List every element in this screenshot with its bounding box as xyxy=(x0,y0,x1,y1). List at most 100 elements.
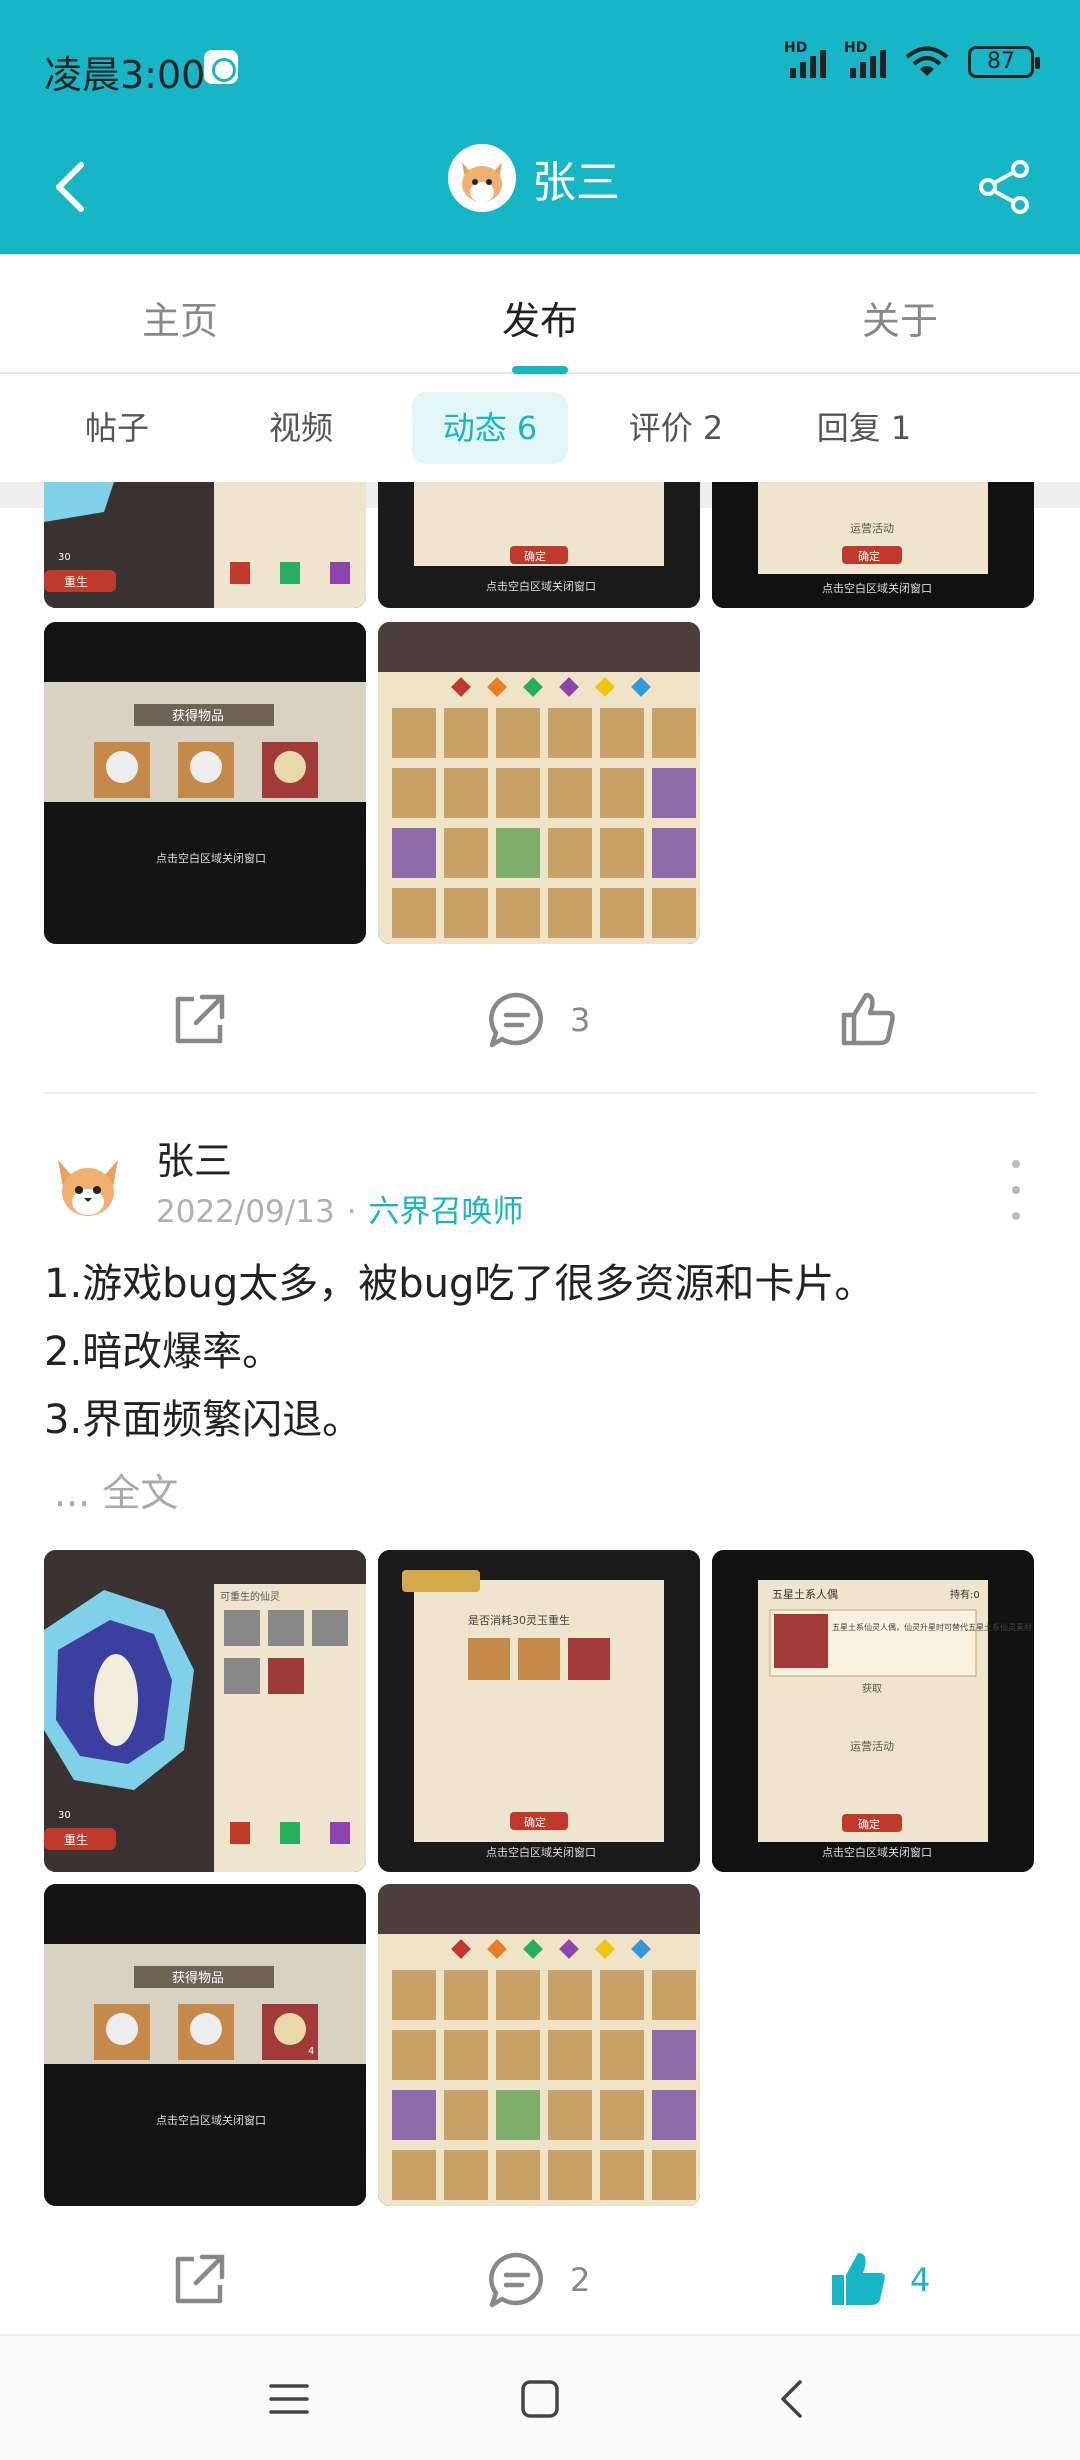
comment-button[interactable]: 2 xyxy=(486,2236,590,2324)
post-content[interactable]: 1.游戏bug太多，被bug吃了很多资源和卡片。 2.暗改爆率。 3.界面频繁闪… xyxy=(44,1250,1036,1454)
share-button[interactable] xyxy=(972,152,1036,222)
subtab-videos[interactable]: 视频 xyxy=(244,392,358,464)
post-meta: 2022/09/13 · 六界召唤师 xyxy=(156,1186,524,1231)
post-image[interactable]: 确定 点击空白区域关闭窗口 xyxy=(378,482,700,608)
thumb-up-icon xyxy=(832,2253,885,2305)
sub-tabs: 帖子 视频 动态 6 评价 2 回复 1 xyxy=(0,376,1080,482)
post-image[interactable]: 获得物品 点击空白区域关闭窗口 xyxy=(44,622,366,944)
subtab-reviews[interactable]: 评价 2 xyxy=(612,392,740,464)
thumb-up-icon xyxy=(841,992,895,1046)
forward-icon xyxy=(175,2254,225,2304)
doll-source: 获取 xyxy=(862,1683,882,1695)
subtab-replies[interactable]: 回复 1 xyxy=(800,392,928,464)
comment-icon xyxy=(489,2252,543,2308)
post-line: 2.暗改爆率。 xyxy=(44,1329,283,1375)
post-date: 2022/09/13 xyxy=(156,1194,335,1230)
like-button[interactable]: 4 xyxy=(826,2236,930,2324)
back-icon xyxy=(56,162,84,212)
app-header: 凌晨3:00 HD HD 87 张三 xyxy=(0,0,1080,254)
back-button[interactable] xyxy=(40,152,100,222)
like-button[interactable] xyxy=(836,976,898,1064)
post-author[interactable]: 张三 xyxy=(156,1130,232,1185)
forward-icon xyxy=(175,994,225,1044)
avatar[interactable] xyxy=(448,144,516,212)
main-tabs: 主页 发布 关于 xyxy=(0,254,1080,374)
rebirth-list-label: 可重生的仙灵 xyxy=(220,1590,280,1603)
post-actions: 2 4 xyxy=(0,2220,1080,2340)
post-image[interactable]: 五星土系人偶 持有:0 五星土系仙灵人偶，仙灵升星时可替代五星土系仙灵素材 获取… xyxy=(712,1550,1034,1872)
tab-indicator xyxy=(512,366,568,374)
post-image[interactable]: 运营活动 确定 点击空白区域关闭窗口 xyxy=(712,482,1034,608)
menu-icon xyxy=(269,2384,309,2414)
sim-app-icon xyxy=(204,50,238,84)
tab-home[interactable]: 主页 xyxy=(80,290,280,345)
confirm-label: 确定 xyxy=(858,1817,880,1831)
post-image[interactable] xyxy=(378,622,700,944)
avatar[interactable] xyxy=(44,1140,132,1228)
post-line: 3.界面频繁闪退。 xyxy=(44,1397,363,1443)
currency-label: 30 xyxy=(58,1810,71,1821)
home-button[interactable] xyxy=(505,2364,575,2434)
doll-title: 五星土系人偶 xyxy=(772,1588,838,1601)
comment-count: 2 xyxy=(570,2261,591,2299)
post-header: 张三 2022/09/13 · 六界召唤师 xyxy=(44,1130,1036,1230)
close-hint: 点击空白区域关闭窗口 xyxy=(822,581,932,595)
signal-icon: HD xyxy=(784,40,826,78)
more-vertical-icon xyxy=(1012,1160,1020,1168)
close-hint: 点击空白区域关闭窗口 xyxy=(822,1845,932,1859)
nav-back-button[interactable] xyxy=(756,2364,826,2434)
signal-hd-label: HD xyxy=(844,40,868,56)
comment-icon xyxy=(489,992,543,1048)
home-icon xyxy=(521,2380,559,2418)
menu-button[interactable] xyxy=(254,2364,324,2434)
close-hint: 点击空白区域关闭窗口 xyxy=(156,851,266,865)
doll-desc: 五星土系仙灵人偶，仙灵升星时可替代五星土系仙灵素材 xyxy=(832,1622,1032,1632)
post-image[interactable]: 获得物品 4 点击空白区域关闭窗口 xyxy=(44,1884,366,2206)
reward-title: 获得物品 xyxy=(172,1970,224,1986)
system-nav-bar xyxy=(0,2334,1080,2460)
rebirth-label: 重生 xyxy=(64,1833,88,1847)
read-more-link[interactable]: ... 全文 xyxy=(54,1462,178,1517)
post-image[interactable]: 是否消耗30灵玉重生 确定 点击空白区域关闭窗口 xyxy=(378,1550,700,1872)
event-label: 运营活动 xyxy=(850,521,894,535)
tab-publish[interactable]: 发布 xyxy=(440,290,640,345)
confirm-label: 确定 xyxy=(858,549,880,563)
status-bar: 凌晨3:00 HD HD 87 xyxy=(0,0,1080,134)
currency-label: 30 xyxy=(58,552,71,563)
item-count: 4 xyxy=(308,2046,314,2057)
subtab-moments[interactable]: 动态 6 xyxy=(412,392,568,464)
status-time: 凌晨3:00 xyxy=(44,53,206,97)
post-actions: 3 xyxy=(0,960,1080,1080)
meta-separator: · xyxy=(346,1194,357,1230)
signal-icon: HD xyxy=(844,40,886,78)
reward-title: 获得物品 xyxy=(172,708,224,724)
post-line: 1.游戏bug太多，被bug吃了很多资源和卡片。 xyxy=(44,1261,875,1307)
header-user[interactable]: 张三 xyxy=(448,144,620,212)
forward-button[interactable] xyxy=(168,2236,230,2324)
nav-back-icon xyxy=(781,2380,802,2418)
comment-button[interactable]: 3 xyxy=(486,976,590,1064)
tab-about[interactable]: 关于 xyxy=(800,290,1000,345)
post-image[interactable] xyxy=(378,1884,700,2206)
subtab-posts[interactable]: 帖子 xyxy=(60,392,174,464)
nav-header: 张三 xyxy=(0,134,1080,254)
status-indicators: HD HD 87 xyxy=(784,40,1040,78)
close-hint: 点击空白区域关闭窗口 xyxy=(486,1845,596,1859)
event-label: 运营活动 xyxy=(850,1739,894,1753)
rebirth-cost-text: 是否消耗30灵玉重生 xyxy=(468,1613,570,1627)
post-image[interactable]: 重生 30 xyxy=(44,482,366,608)
post-divider xyxy=(44,1092,1036,1094)
battery-icon: 87 xyxy=(968,46,1040,78)
doll-owned: 持有:0 xyxy=(950,1588,980,1601)
confirm-label: 确定 xyxy=(524,1815,546,1829)
like-count: 4 xyxy=(910,2261,931,2299)
more-options-button[interactable] xyxy=(1006,1160,1026,1220)
confirm-label: 确定 xyxy=(524,549,546,563)
comment-count: 3 xyxy=(570,1001,591,1039)
close-hint: 点击空白区域关闭窗口 xyxy=(486,579,596,593)
wifi-icon xyxy=(904,46,950,78)
header-username: 张三 xyxy=(532,157,620,208)
forward-button[interactable] xyxy=(168,976,230,1064)
post-image[interactable]: 可重生的仙灵 重生 30 xyxy=(44,1550,366,1872)
post-game-link[interactable]: 六界召唤师 xyxy=(369,1194,524,1230)
